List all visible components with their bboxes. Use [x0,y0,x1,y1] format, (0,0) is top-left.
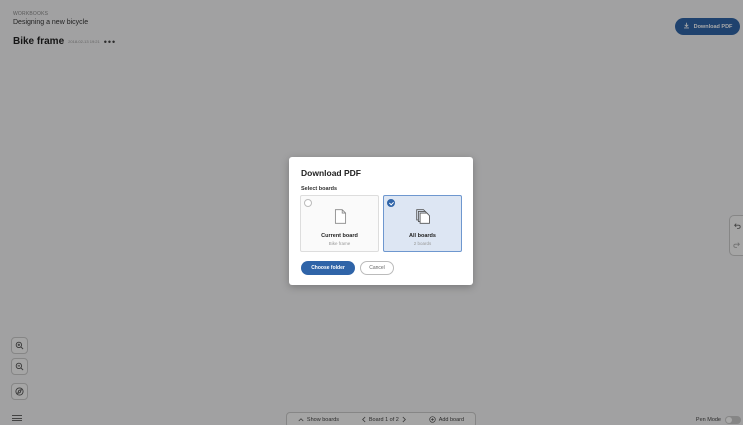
option-current-board[interactable]: Current board Bike frame [300,195,379,252]
current-board-sub: Bike frame [328,241,351,246]
page-icon [332,208,349,230]
current-board-radio[interactable] [304,199,312,207]
option-all-boards[interactable]: All boards 2 boards [383,195,462,252]
all-boards-sub: 2 boards [413,241,432,246]
all-boards-radio[interactable] [387,199,395,207]
select-boards-label: Select boards [301,186,338,192]
choose-folder-button[interactable]: Choose folder [301,261,355,275]
cancel-button[interactable]: Cancel [360,261,394,275]
current-board-name: Current board [321,233,358,239]
all-boards-name: All boards [409,233,436,239]
pages-stack-icon [415,208,432,230]
download-pdf-dialog: Download PDF Select boards Current board… [289,157,473,285]
dialog-title: Download PDF [301,168,361,178]
